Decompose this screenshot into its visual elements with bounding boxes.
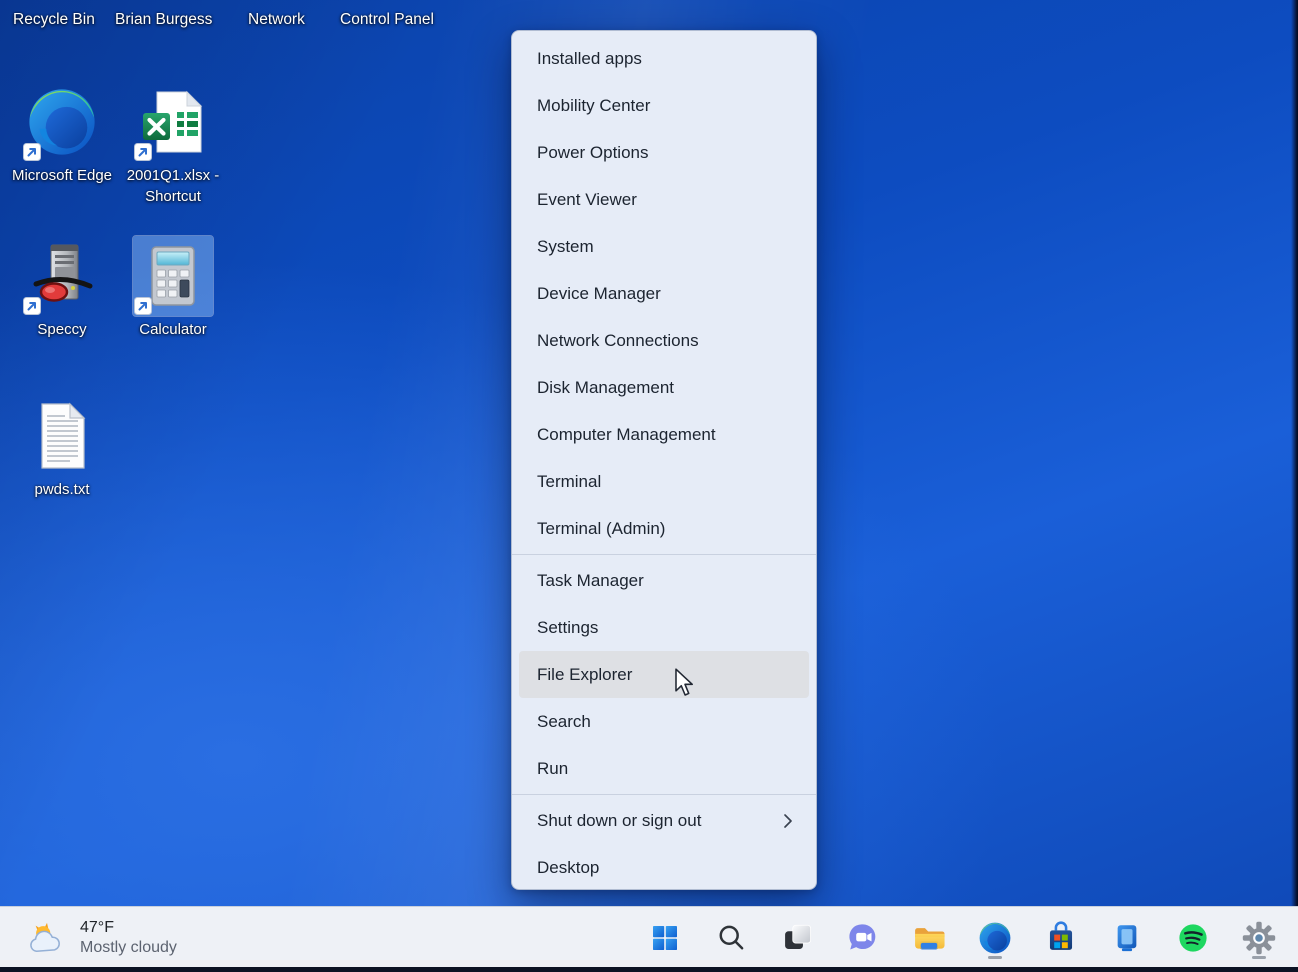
folder-icon (911, 921, 947, 955)
taskbar-start-button[interactable] (643, 916, 687, 960)
partly-cloudy-icon (26, 920, 68, 956)
menu-item-run[interactable]: Run (519, 745, 809, 792)
menu-item-label: Computer Management (537, 425, 809, 445)
winx-menu: Installed apps Mobility Center Power Opt… (511, 30, 817, 890)
menu-item-file-explorer[interactable]: File Explorer (519, 651, 809, 698)
menu-item-mobility-center[interactable]: Mobility Center (519, 82, 809, 129)
menu-item-installed-apps[interactable]: Installed apps (519, 35, 809, 82)
menu-item-terminal-admin[interactable]: Terminal (Admin) (519, 505, 809, 552)
excel-iconbox (133, 82, 213, 162)
text-file-iconbox (22, 396, 102, 476)
desktop-icon-speccy[interactable]: Speccy (10, 236, 114, 340)
desktop-icon-control-panel[interactable]: Control Panel (340, 11, 434, 29)
menu-item-label: Network Connections (537, 331, 809, 351)
chat-bubble-camera-icon (846, 921, 880, 955)
desktop-icon-network[interactable]: Network (248, 11, 305, 29)
speccy-iconbox (22, 236, 102, 316)
desktop-icon-label: 2001Q1.xlsx - Shortcut (121, 165, 225, 207)
menu-item-label: Installed apps (537, 49, 809, 69)
menu-item-disk-management[interactable]: Disk Management (519, 364, 809, 411)
menu-item-search[interactable]: Search (519, 698, 809, 745)
desktop-icon-pwds-txt[interactable]: pwds.txt (10, 396, 114, 500)
menu-item-task-manager[interactable]: Task Manager (519, 557, 809, 604)
taskbar: 47°F Mostly cloudy (0, 906, 1298, 967)
desktop-icon-excel-shortcut[interactable]: 2001Q1.xlsx - Shortcut (121, 82, 225, 207)
desktop-icon-calculator[interactable]: Calculator (121, 236, 225, 340)
task-view-icon (780, 921, 814, 955)
windows-logo-icon (649, 922, 681, 954)
running-indicator (988, 956, 1002, 959)
menu-item-device-manager[interactable]: Device Manager (519, 270, 809, 317)
shortcut-arrow-icon (134, 143, 152, 161)
taskbar-task-view-button[interactable] (775, 916, 819, 960)
menu-item-label: System (537, 237, 809, 257)
menu-item-label: Terminal (537, 472, 809, 492)
desktop-icon-user-folder[interactable]: Brian Burgess (115, 11, 212, 29)
menu-separator (512, 554, 816, 555)
menu-item-label: Event Viewer (537, 190, 809, 210)
taskbar-icons (643, 907, 1281, 968)
edge-browser-icon (978, 921, 1012, 955)
menu-item-desktop[interactable]: Desktop (519, 844, 809, 890)
desktop-icon-label: pwds.txt (34, 479, 89, 500)
phone-link-icon (1110, 921, 1144, 955)
menu-item-settings[interactable]: Settings (519, 604, 809, 651)
spotify-icon (1176, 921, 1210, 955)
taskbar-spotify-button[interactable] (1171, 916, 1215, 960)
desktop-icon-recycle-bin[interactable]: Recycle Bin (13, 11, 95, 29)
taskbar-file-explorer-button[interactable] (907, 916, 951, 960)
menu-item-power-options[interactable]: Power Options (519, 129, 809, 176)
menu-item-event-viewer[interactable]: Event Viewer (519, 176, 809, 223)
weather-temperature: 47°F (80, 918, 177, 938)
magnifier-icon (715, 922, 747, 954)
menu-item-label: Search (537, 712, 809, 732)
taskbar-store-button[interactable] (1039, 916, 1083, 960)
screen-bottom-edge (0, 967, 1298, 972)
desktop-icon-microsoft-edge[interactable]: Microsoft Edge (10, 82, 114, 186)
menu-item-label: Run (537, 759, 809, 779)
taskbar-weather-widget[interactable]: 47°F Mostly cloudy (16, 907, 187, 968)
menu-item-terminal[interactable]: Terminal (519, 458, 809, 505)
desktop-screen: Recycle Bin Brian Burgess Network Contro… (0, 0, 1298, 972)
edge-iconbox (22, 82, 102, 162)
desktop-icon-label: Calculator (139, 319, 207, 340)
taskbar-edge-button[interactable] (973, 916, 1017, 960)
menu-item-label: Power Options (537, 143, 809, 163)
menu-item-label: Terminal (Admin) (537, 519, 809, 539)
menu-item-label: Mobility Center (537, 96, 809, 116)
gear-icon (1241, 920, 1277, 956)
calculator-iconbox (133, 236, 213, 316)
menu-item-label: Settings (537, 618, 809, 638)
text-document-icon (26, 400, 98, 472)
taskbar-search-button[interactable] (709, 916, 753, 960)
menu-item-label: Shut down or sign out (537, 811, 783, 831)
menu-item-network-connections[interactable]: Network Connections (519, 317, 809, 364)
menu-item-system[interactable]: System (519, 223, 809, 270)
menu-item-label: Device Manager (537, 284, 809, 304)
menu-item-computer-management[interactable]: Computer Management (519, 411, 809, 458)
shortcut-arrow-icon (23, 143, 41, 161)
mouse-cursor (672, 668, 698, 698)
menu-item-label: Disk Management (537, 378, 809, 398)
menu-item-shut-down-or-sign-out[interactable]: Shut down or sign out (519, 797, 809, 844)
desktop-icon-label: Speccy (37, 319, 86, 340)
desktop-icon-label: Microsoft Edge (12, 165, 112, 186)
menu-item-label: Desktop (537, 858, 809, 878)
taskbar-phone-link-button[interactable] (1105, 916, 1149, 960)
menu-separator (512, 794, 816, 795)
chevron-right-icon (783, 813, 793, 829)
weather-condition: Mostly cloudy (80, 938, 177, 958)
taskbar-chat-button[interactable] (841, 916, 885, 960)
running-indicator (1252, 956, 1266, 959)
shortcut-arrow-icon (23, 297, 41, 315)
menu-item-label: Task Manager (537, 571, 809, 591)
weather-text: 47°F Mostly cloudy (80, 918, 177, 958)
taskbar-settings-button[interactable] (1237, 916, 1281, 960)
shortcut-arrow-icon (134, 297, 152, 315)
store-bag-icon (1044, 921, 1078, 955)
